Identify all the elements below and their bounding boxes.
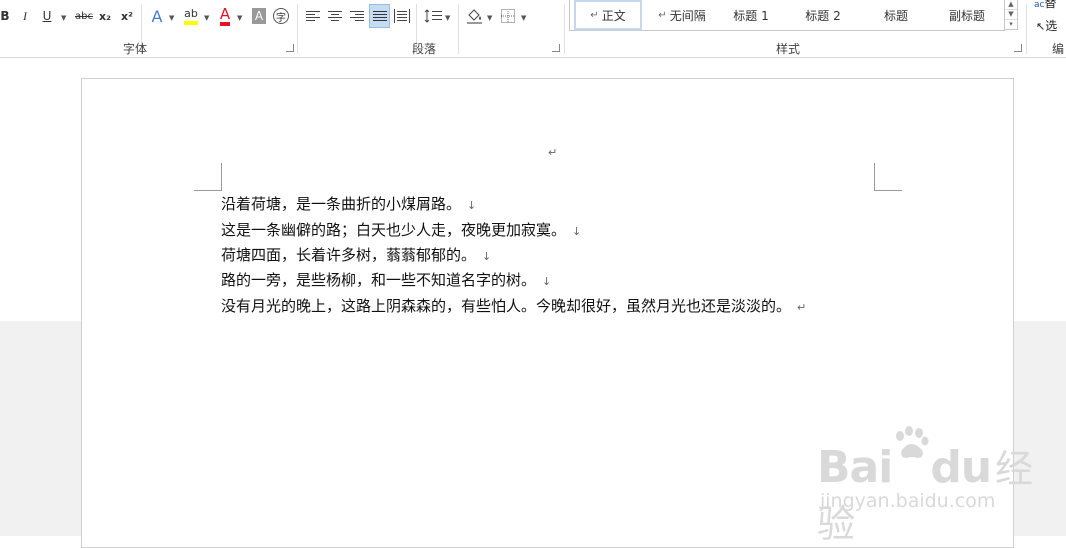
borders-button[interactable] [498, 4, 518, 28]
text-line-4[interactable]: 路的一旁，是些杨柳，和一些不知道名字的树。 ↓ [221, 269, 551, 290]
superscript-button[interactable]: x² [119, 4, 135, 28]
text-line-2[interactable]: 这是一条幽僻的路；白天也少人走，夜晚更加寂寞。 ↓ [221, 219, 581, 240]
style-label: 无间隔 [669, 8, 706, 23]
text-line-5[interactable]: 没有月光的晚上，这路上阴森森的，有些怕人。今晚却很好，虽然月光也还是淡淡的。 ↵ [221, 295, 806, 316]
styles-gallery: ↵ 正文 ↵ 无间隔 标题 1 标题 2 标题 副标题 [569, 0, 1005, 31]
line-break-mark: ↓ [572, 225, 582, 238]
highlight-label: ab [184, 7, 198, 25]
enclose-char-button[interactable]: 字 [272, 4, 290, 28]
separator [564, 4, 565, 54]
font-color-dropdown-icon[interactable]: ▼ [237, 14, 242, 22]
align-right-button[interactable] [347, 4, 367, 28]
text-line-1[interactable]: 沿着荷塘，是一条曲折的小煤屑路。 ↓ [221, 193, 476, 214]
line-spacing-icon [424, 9, 442, 23]
replace-label: 替 [1044, 0, 1057, 10]
line-text: 沿着荷塘，是一条曲折的小煤屑路。 [221, 195, 462, 213]
paragraph-mark-icon: ↵ [590, 9, 599, 21]
line-text: 没有月光的晚上，这路上阴森森的，有些怕人。今晚却很好，虽然月光也还是淡淡的。 [221, 297, 792, 315]
subscript-button[interactable]: x₂ [97, 4, 113, 28]
crop-mark-right [874, 163, 902, 191]
borders-icon [501, 9, 515, 23]
watermark-brand-2: du [930, 442, 992, 493]
select-label: 选 [1045, 19, 1058, 33]
underline-dropdown-icon[interactable]: ▼ [61, 14, 66, 22]
ribbon: B I U ▼ abc x₂ x² A ▼ ab ▼ A ▼ A 字 字体 ▼ [0, 0, 1066, 57]
bold-button[interactable]: B [0, 4, 10, 28]
header-paragraph-mark: ↵ [548, 146, 558, 159]
style-title[interactable]: 标题 [862, 0, 930, 30]
justify-button[interactable] [369, 4, 390, 28]
line-text: 荷塘四面，长着许多树，蓊蓊郁郁的。 [221, 246, 477, 264]
group-label-paragraph: 段落 [412, 42, 437, 56]
justify-icon [372, 11, 387, 21]
group-label-editing: 编 [1052, 42, 1065, 56]
paragraph-dialog-launcher[interactable] [552, 44, 560, 52]
style-heading-1[interactable]: 标题 1 [718, 0, 784, 30]
group-label-styles: 样式 [776, 42, 801, 56]
separator [297, 4, 298, 54]
text-effects-dropdown-icon[interactable]: ▼ [169, 14, 174, 22]
gallery-expand-icon[interactable]: ▾ [1005, 19, 1017, 29]
styles-scroll[interactable]: ▲ ▼ ▾ [1004, 0, 1018, 30]
style-heading-2[interactable]: 标题 2 [788, 0, 858, 30]
scroll-down-icon[interactable]: ▼ [1005, 9, 1017, 19]
style-normal[interactable]: ↵ 正文 [574, 0, 642, 30]
watermark-brand: Bai [817, 442, 893, 493]
underline-button[interactable]: U [40, 4, 54, 28]
paw-icon [892, 426, 930, 486]
line-break-mark: ↓ [542, 275, 552, 288]
text-effects-button[interactable]: A [148, 4, 166, 28]
char-shading-button[interactable]: A [251, 4, 267, 28]
align-right-icon [350, 11, 364, 21]
replace-button[interactable]: ac替 [1034, 0, 1056, 11]
paragraph-mark: ↵ [797, 301, 807, 314]
italic-button[interactable]: I [18, 4, 32, 28]
group-label-font: 字体 [123, 42, 148, 56]
line-text: 这是一条幽僻的路；白天也少人走，夜晚更加寂寞。 [221, 221, 567, 239]
scroll-up-icon[interactable]: ▲ [1005, 0, 1017, 9]
style-label: 标题 2 [805, 8, 841, 23]
style-no-spacing[interactable]: ↵ 无间隔 [646, 0, 718, 30]
crop-mark-left [194, 163, 222, 191]
shading-dropdown-icon[interactable]: ▼ [487, 14, 492, 22]
font-dialog-launcher[interactable] [286, 44, 294, 52]
enclose-char-label: 字 [273, 8, 289, 24]
style-label: 标题 [883, 8, 908, 23]
align-left-button[interactable] [303, 4, 323, 28]
borders-dropdown-icon[interactable]: ▼ [521, 14, 526, 22]
replace-icon: ac [1034, 0, 1045, 10]
distributed-icon [394, 9, 410, 23]
watermark-url: jingyan.baidu.com [820, 490, 996, 512]
font-color-button[interactable]: A [216, 4, 234, 28]
style-label: 副标题 [948, 8, 985, 23]
highlight-button[interactable]: ab [181, 4, 201, 28]
line-spacing-dropdown-icon[interactable]: ▼ [445, 14, 450, 22]
paragraph-mark-icon: ↵ [658, 9, 667, 21]
font-color-label: A [219, 6, 231, 26]
style-label: 正文 [601, 8, 626, 23]
line-text: 路的一旁，是些杨柳，和一些不知道名字的树。 [221, 271, 537, 289]
styles-dialog-launcher[interactable] [1014, 44, 1022, 52]
distributed-button[interactable] [392, 4, 412, 28]
separator [1026, 4, 1027, 54]
line-spacing-button[interactable] [422, 4, 444, 28]
align-center-button[interactable] [325, 4, 345, 28]
style-label: 标题 1 [733, 8, 769, 23]
paint-bucket-icon [467, 9, 482, 24]
align-center-icon [328, 11, 342, 21]
separator [458, 4, 459, 54]
align-left-icon [306, 11, 320, 21]
line-break-mark: ↓ [482, 250, 492, 263]
cursor-icon: ↖ [1036, 20, 1046, 33]
text-line-3[interactable]: 荷塘四面，长着许多树，蓊蓊郁郁的。 ↓ [221, 244, 491, 265]
highlight-dropdown-icon[interactable]: ▼ [204, 14, 209, 22]
line-break-mark: ↓ [467, 199, 477, 212]
char-shading-label: A [252, 8, 266, 24]
style-subtitle[interactable]: 副标题 [932, 0, 1002, 30]
strikethrough-button[interactable]: abc [74, 4, 94, 28]
shading-button[interactable] [464, 4, 484, 28]
select-button[interactable]: ↖选 [1036, 17, 1057, 34]
